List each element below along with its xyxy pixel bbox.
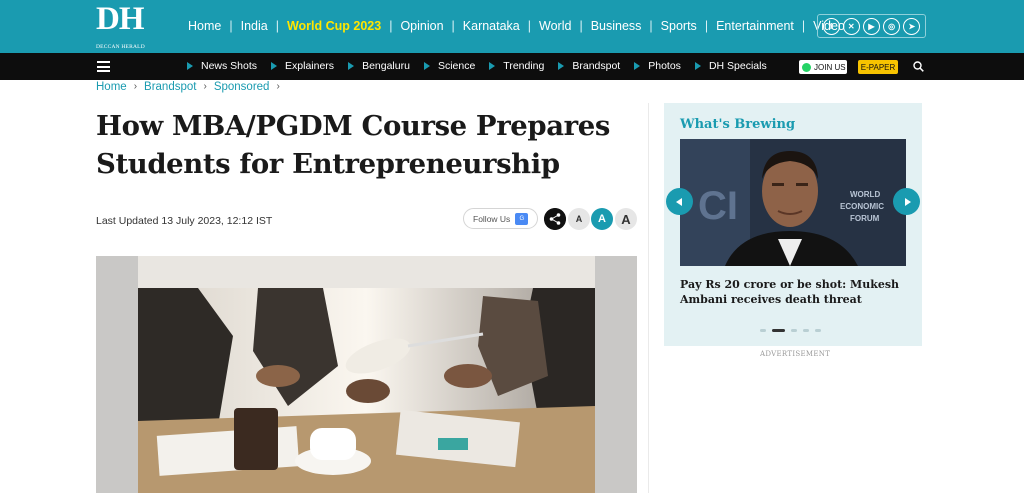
carousel-next-button[interactable] xyxy=(893,188,920,215)
subnav-item-explainers[interactable]: Explainers xyxy=(271,60,334,72)
nav-item-world-cup-2023[interactable]: World Cup 2023 xyxy=(287,19,381,33)
x-twitter-icon[interactable]: ✕ xyxy=(842,17,860,35)
carousel-dots xyxy=(760,329,827,332)
chevron-right-icon: › xyxy=(133,81,138,92)
breadcrumb: Home › Brandspot › Sponsored › xyxy=(96,81,287,93)
nav-separator: | xyxy=(704,19,709,33)
svg-text:ECONOMIC: ECONOMIC xyxy=(840,202,884,211)
svg-text:WORLD: WORLD xyxy=(850,190,880,199)
subnav-item-label: News Shots xyxy=(201,60,258,72)
nav-item-karnataka[interactable]: Karnataka xyxy=(463,19,520,33)
story-caption[interactable]: Pay Rs 20 crore or be shot: Mukesh Amban… xyxy=(680,277,908,307)
logo-subtext: DECCAN HERALD xyxy=(96,44,145,50)
subnav-item-label: Brandspot xyxy=(572,60,621,72)
font-size-small-button[interactable]: A xyxy=(568,208,590,230)
subnav-item-news-shots[interactable]: News Shots xyxy=(187,60,257,72)
instagram-icon[interactable]: ◎ xyxy=(883,17,901,35)
carousel-dot[interactable] xyxy=(772,329,785,332)
join-us-button[interactable]: JOIN US xyxy=(799,60,847,74)
triangle-right-icon xyxy=(634,62,641,70)
font-size-medium-button[interactable]: A xyxy=(591,208,613,230)
triangle-right-icon xyxy=(348,62,355,70)
main-nav: Home | India | World Cup 2023 | Opinion | Karnat… xyxy=(188,19,845,33)
font-size-large-button[interactable]: A xyxy=(615,208,637,230)
logo-mark: DH xyxy=(96,1,145,37)
subnav-item-photos[interactable]: Photos xyxy=(634,60,681,72)
breadcrumb-home[interactable]: Home xyxy=(96,81,127,93)
carousel-prev-button[interactable] xyxy=(666,188,693,215)
column-divider xyxy=(648,103,649,493)
breadcrumb-sponsored[interactable]: Sponsored xyxy=(214,81,270,93)
article-title: How MBA/PGDM Course Prepares Students fo… xyxy=(96,110,610,180)
carousel-dot[interactable] xyxy=(791,329,797,332)
nav-separator: | xyxy=(389,19,393,33)
svg-text:CI: CI xyxy=(698,184,738,228)
nav-item-world[interactable]: World xyxy=(539,19,571,33)
nav-item-india[interactable]: India xyxy=(241,19,268,33)
search-icon[interactable] xyxy=(913,61,924,72)
triangle-right-icon xyxy=(187,62,193,70)
subnav-item-label: Bengaluru xyxy=(362,60,410,72)
nav-separator: | xyxy=(527,19,532,33)
subnav-item-label: Photos xyxy=(648,60,681,72)
triangle-right-icon xyxy=(423,62,430,70)
share-button[interactable] xyxy=(544,208,566,230)
nav-separator: | xyxy=(275,19,279,33)
social-links: f ✕ ▶ ◎ ➤ xyxy=(817,14,926,38)
secondary-nav: News Shots Explainers Bengaluru Science Tren… xyxy=(187,60,781,72)
nav-item-opinion[interactable]: Opinion xyxy=(400,19,443,33)
follow-us-label: Follow Us xyxy=(473,213,511,224)
chevron-right-icon: › xyxy=(203,81,207,92)
youtube-icon[interactable]: ▶ xyxy=(862,17,880,35)
chevron-right-icon xyxy=(904,197,911,206)
subnav-item-label: DH Specials xyxy=(708,60,767,72)
secondary-nav-bar: News Shots Explainers Bengaluru Science Tren… xyxy=(0,53,1024,80)
subnav-item-label: Science xyxy=(437,60,476,72)
story-image[interactable]: CI WORLD ECONOMIC FORUM xyxy=(680,139,906,266)
subnav-item-label: Explainers xyxy=(285,60,335,72)
nav-item-entertainment[interactable]: Entertainment xyxy=(716,19,794,33)
whats-brewing-widget: What's Brewing CI WORLD ECONOMIC FORUM P… xyxy=(664,103,922,346)
subnav-item-label: Trending xyxy=(503,60,545,72)
nav-item-business[interactable]: Business xyxy=(591,19,642,33)
triangle-right-icon xyxy=(489,62,496,70)
widget-heading: What's Brewing xyxy=(680,117,796,132)
whatsapp-icon xyxy=(802,62,811,72)
nav-item-home[interactable]: Home xyxy=(188,19,221,33)
nav-separator: | xyxy=(649,19,653,33)
last-updated: Last Updated 13 July 2023, 12:12 IST xyxy=(96,215,273,227)
carousel-dot[interactable] xyxy=(803,329,809,332)
join-us-label: JOIN US xyxy=(814,62,846,72)
menu-icon[interactable] xyxy=(97,61,110,72)
triangle-right-icon xyxy=(558,62,565,70)
site-logo[interactable]: DH DECCAN HERALD xyxy=(96,1,150,51)
subnav-item-bengaluru[interactable]: Bengaluru xyxy=(348,60,410,72)
subnav-item-brandspot[interactable]: Brandspot xyxy=(558,60,620,72)
chevron-right-icon: › xyxy=(276,81,280,92)
subnav-item-science[interactable]: Science xyxy=(423,60,476,72)
breadcrumb-brandspot[interactable]: Brandspot xyxy=(144,81,196,93)
chevron-left-icon xyxy=(675,197,682,206)
triangle-right-icon xyxy=(694,62,701,70)
nav-separator: | xyxy=(229,19,233,33)
svg-text:FORUM: FORUM xyxy=(850,214,880,223)
epaper-button[interactable]: E-PAPER xyxy=(858,60,898,74)
nav-separator: | xyxy=(801,19,806,33)
nav-item-sports[interactable]: Sports xyxy=(661,19,697,33)
advertisement-label: ADVERTISEMENT xyxy=(760,350,831,358)
triangle-right-icon xyxy=(271,62,278,70)
hero-photo xyxy=(138,256,595,493)
carousel-dot[interactable] xyxy=(760,329,766,332)
subnav-item-trending[interactable]: Trending xyxy=(489,60,544,72)
google-news-icon: G xyxy=(515,212,529,225)
carousel-dot[interactable] xyxy=(815,329,821,332)
facebook-icon[interactable]: f xyxy=(822,17,840,35)
nav-separator: | xyxy=(451,19,455,33)
subnav-item-dh-specials[interactable]: DH Specials xyxy=(694,60,767,72)
telegram-icon[interactable]: ➤ xyxy=(903,17,921,35)
follow-us-button[interactable]: Follow Us G xyxy=(463,208,538,229)
site-header: DH DECCAN HERALD Home | India | World Cup 20… xyxy=(0,0,1024,53)
article-hero-image xyxy=(96,256,637,493)
nav-separator: | xyxy=(579,19,583,33)
